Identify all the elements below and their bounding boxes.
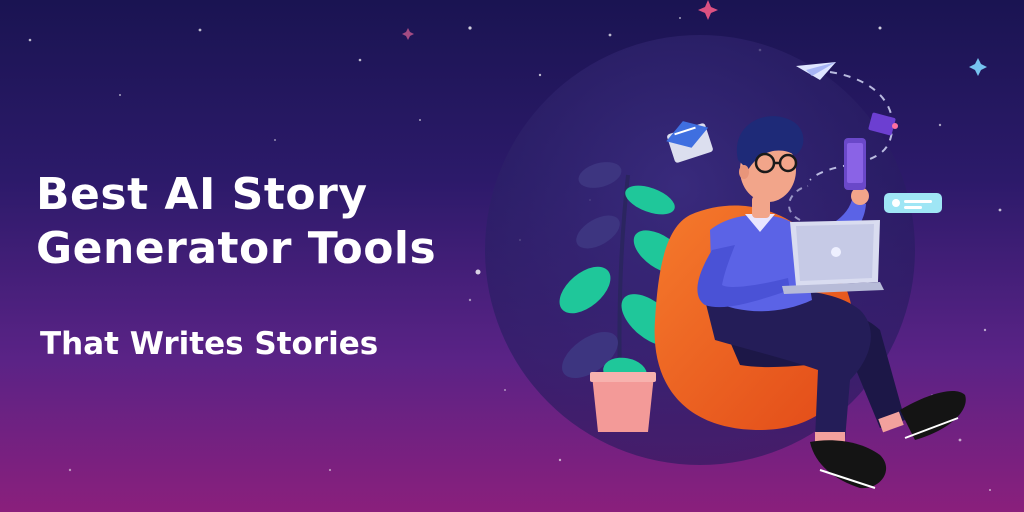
chat-bubble-icon [884,193,942,213]
banner: Best AI Story Generator Tools That Write… [0,0,1024,512]
plant-pot [590,372,656,432]
phone-icon [844,138,866,190]
headline: Best AI Story Generator Tools [36,168,436,276]
headline-line-1: Best AI Story [36,169,368,220]
headline-line-2: Generator Tools [36,223,437,274]
subheadline: That Writes Stories [40,326,379,362]
laptop-icon [782,220,884,294]
